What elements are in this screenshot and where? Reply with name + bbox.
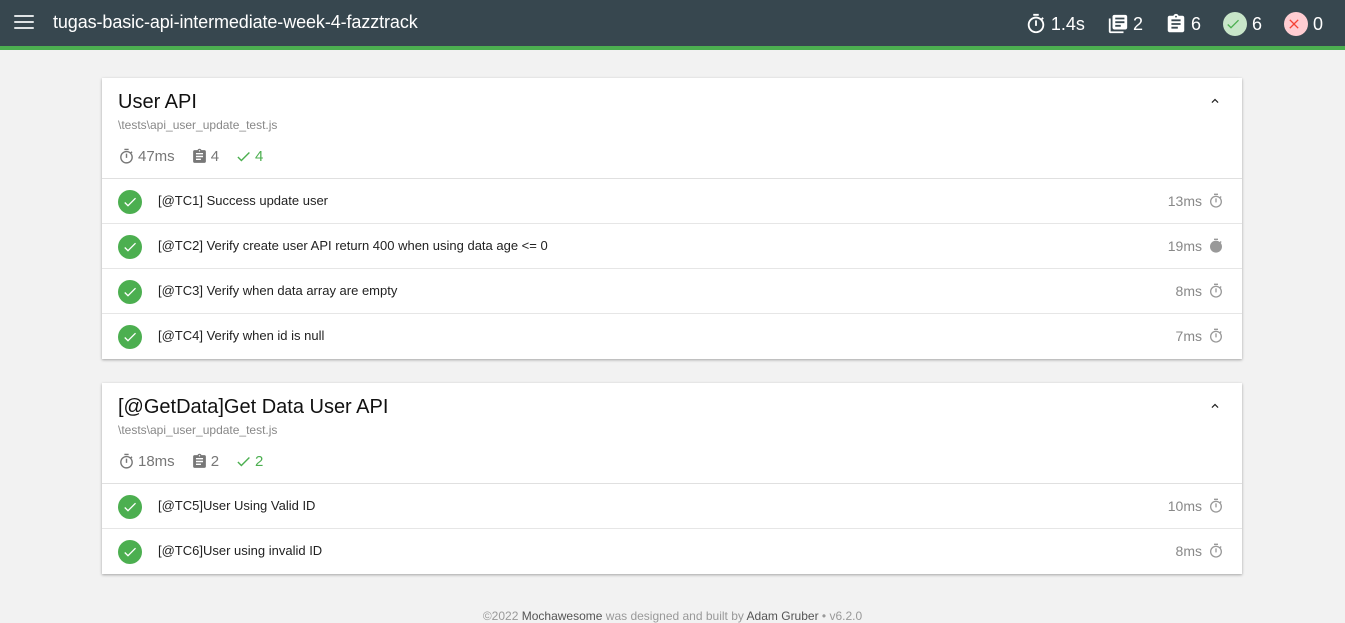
stat-duration[interactable]: 1.4s xyxy=(1025,13,1085,35)
test-duration-value: 13ms xyxy=(1167,193,1202,209)
suite-title: User API xyxy=(118,91,197,113)
library-books-icon xyxy=(1108,14,1128,34)
suite-pass-count: 2 xyxy=(235,453,263,470)
test-duration: 7ms xyxy=(1176,328,1224,344)
stopwatch-icon xyxy=(1210,193,1222,208)
test-duration-value: 19ms xyxy=(1167,238,1202,254)
footer-middle-text: was designed and built by xyxy=(605,609,744,623)
report-title: tugas-basic-api-intermediate-week-4-fazz… xyxy=(53,12,418,32)
suite-pass-count: 4 xyxy=(235,148,263,165)
check-icon xyxy=(237,456,250,467)
test-duration: 10ms xyxy=(1168,498,1224,514)
test-duration: 13ms xyxy=(1168,193,1224,209)
clipboard-icon xyxy=(1167,13,1185,33)
suite-duration-value: 18ms xyxy=(138,453,175,470)
stat-suites-value: 2 xyxy=(1132,13,1143,34)
stopwatch-icon xyxy=(1210,238,1222,253)
stopwatch-icon xyxy=(120,453,133,469)
stat-suites[interactable]: 2 xyxy=(1107,13,1143,35)
test-title: [@TC4] Verify when id is null xyxy=(158,328,325,343)
suite-duration: 18ms xyxy=(118,453,175,470)
stat-passes-value: 6 xyxy=(1251,13,1262,34)
stopwatch-icon xyxy=(1210,543,1222,558)
test-title: [@TC3] Verify when data array are empty xyxy=(158,283,398,298)
suite-test-count-value: 2 xyxy=(210,453,220,470)
test-title: [@TC5]User Using Valid ID xyxy=(158,498,316,513)
footer-version: • v6.2.0 xyxy=(821,609,863,623)
footer-author-link[interactable]: Adam Gruber xyxy=(747,609,819,623)
test-duration-value: 8ms xyxy=(1175,543,1202,559)
passed-check-icon xyxy=(118,190,142,214)
stopwatch-icon xyxy=(1210,283,1222,298)
test-duration: 8ms xyxy=(1176,543,1224,559)
check-icon xyxy=(1227,19,1239,29)
stopwatch-icon xyxy=(1027,13,1045,34)
footer-product-link[interactable]: Mochawesome xyxy=(522,609,603,623)
suite-title: [@GetData]Get Data User API xyxy=(118,396,389,418)
test-duration: 19ms xyxy=(1168,238,1224,254)
fail-circle-icon xyxy=(1283,12,1308,36)
test-row[interactable]: [@TC6]User using invalid ID 8ms xyxy=(102,529,1242,574)
test-duration-value: 8ms xyxy=(1175,283,1202,299)
passed-check-icon xyxy=(118,540,142,564)
test-row[interactable]: [@TC5]User Using Valid ID 10ms xyxy=(102,484,1242,529)
top-navbar: tugas-basic-api-intermediate-week-4-fazz… xyxy=(0,0,1345,50)
test-title: [@TC6]User using invalid ID xyxy=(158,543,323,558)
suite-filename: \tests\api_user_update_test.js xyxy=(118,118,278,132)
suite-duration: 47ms xyxy=(118,148,175,165)
test-duration: 8ms xyxy=(1176,283,1224,299)
stat-passes[interactable]: 6 xyxy=(1222,12,1262,36)
test-title: [@TC2] Verify create user API return 400… xyxy=(158,238,548,253)
suite-summary: 18ms 2 2 xyxy=(118,453,279,470)
report-stats: 1.4s 2 6 6 0 xyxy=(1025,10,1323,38)
suite-card: [@GetData]Get Data User API \tests\api_u… xyxy=(102,383,1242,574)
pass-circle-icon xyxy=(1222,12,1247,36)
page-footer: ©2022 Mochawesome was designed and built… xyxy=(0,609,1345,623)
stopwatch-icon xyxy=(1210,498,1222,513)
test-row[interactable]: [@TC2] Verify create user API return 400… xyxy=(102,224,1242,269)
stat-tests[interactable]: 6 xyxy=(1165,13,1201,35)
chevron-up-icon[interactable] xyxy=(1208,94,1222,108)
suite-pass-count-value: 4 xyxy=(255,148,264,165)
suite-header: [@GetData]Get Data User API \tests\api_u… xyxy=(102,383,1242,484)
test-duration-value: 7ms xyxy=(1175,328,1202,344)
passed-check-icon xyxy=(118,280,142,304)
hamburger-menu-icon[interactable] xyxy=(14,15,34,29)
stat-duration-value: 1.4s xyxy=(1050,13,1085,34)
suite-test-count-value: 4 xyxy=(210,148,220,165)
test-title: [@TC1] Success update user xyxy=(158,193,328,208)
suite-filename: \tests\api_user_update_test.js xyxy=(118,423,278,437)
passed-check-icon xyxy=(118,235,142,259)
check-icon xyxy=(237,151,250,162)
passed-check-icon xyxy=(118,495,142,519)
stat-failures-value: 0 xyxy=(1312,13,1323,34)
clipboard-icon xyxy=(192,453,206,468)
test-row[interactable]: [@TC4] Verify when id is null 7ms xyxy=(102,314,1242,359)
stopwatch-icon xyxy=(1210,328,1222,343)
suite-test-count: 4 xyxy=(191,148,219,165)
suite-test-count: 2 xyxy=(191,453,219,470)
clipboard-icon xyxy=(192,148,206,163)
suite-pass-count-value: 2 xyxy=(255,453,264,470)
footer-copyright: ©2022 xyxy=(482,609,519,623)
test-row[interactable]: [@TC1] Success update user 13ms xyxy=(102,179,1242,224)
suite-summary: 47ms 4 4 xyxy=(118,148,279,165)
suite-duration-value: 47ms xyxy=(138,148,175,165)
stopwatch-icon xyxy=(120,148,133,164)
stat-failures[interactable]: 0 xyxy=(1283,12,1323,36)
chevron-up-icon[interactable] xyxy=(1208,399,1222,413)
test-duration-value: 10ms xyxy=(1167,498,1202,514)
suite-header: User API \tests\api_user_update_test.js … xyxy=(102,78,1242,179)
passed-check-icon xyxy=(118,325,142,349)
stat-tests-value: 6 xyxy=(1190,13,1201,34)
test-row[interactable]: [@TC3] Verify when data array are empty … xyxy=(102,269,1242,314)
close-icon xyxy=(1289,19,1299,29)
suite-card: User API \tests\api_user_update_test.js … xyxy=(102,78,1242,359)
